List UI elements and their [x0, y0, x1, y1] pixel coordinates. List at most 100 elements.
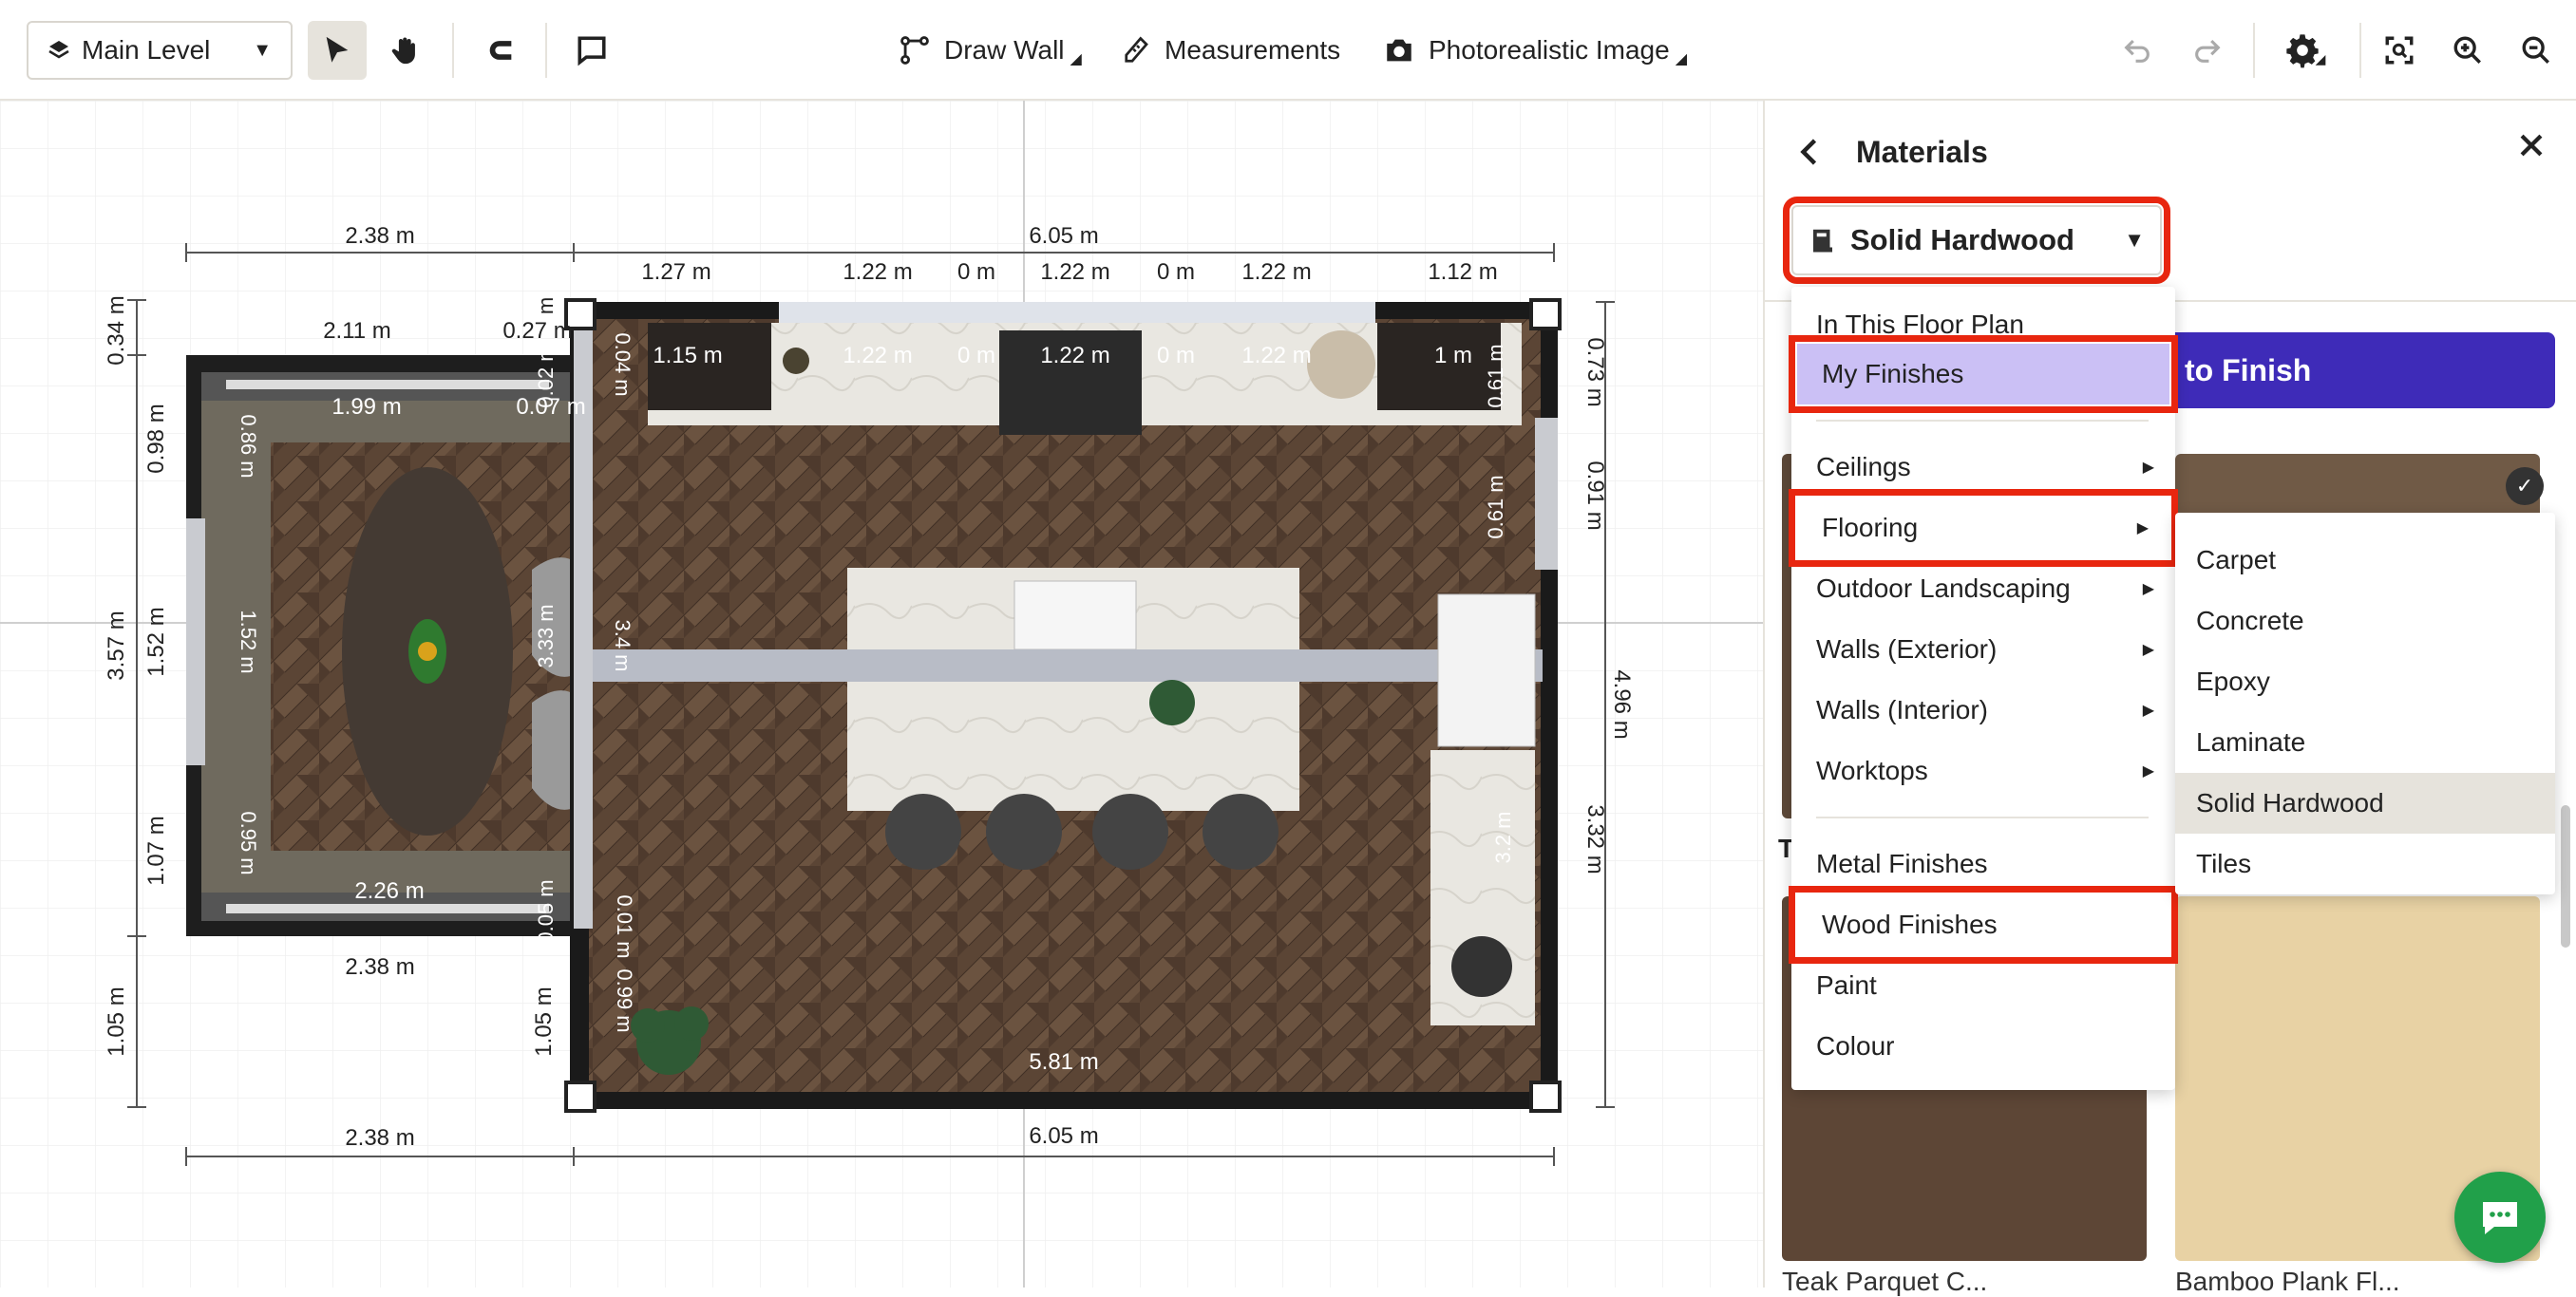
dim-label: 1.52 m: [237, 610, 260, 673]
dim-label: 2.11 m: [323, 318, 391, 344]
chevron-right-icon: ▶: [2142, 642, 2154, 658]
dim-label: 0 m: [1157, 343, 1195, 368]
book-icon: [1809, 226, 1837, 254]
close-icon[interactable]: [2515, 129, 2548, 161]
dim-label: 0.61 m: [1484, 475, 1507, 538]
menu-item-my-finishes[interactable]: My Finishes: [1789, 335, 2178, 413]
submenu-item-tiles[interactable]: Tiles: [2175, 834, 2555, 894]
menu-item-worktops[interactable]: Worktops ▶: [1791, 741, 2175, 801]
menu-item-label: Paint: [1816, 970, 1877, 1000]
apply-to-finish-button[interactable]: to Finish: [2164, 332, 2555, 408]
menu-item-label: In This Floor Plan: [1816, 310, 2024, 339]
menu-item-label: Walls (Exterior): [1816, 634, 1998, 664]
menu-item-ceilings[interactable]: Ceilings ▶: [1791, 437, 2175, 498]
submenu-item-epoxy[interactable]: Epoxy: [2175, 651, 2555, 712]
corner-caret-icon: ◢: [1070, 51, 1082, 67]
focus-frame-icon: [2383, 34, 2415, 66]
menu-item-walls-interior[interactable]: Walls (Interior) ▶: [1791, 680, 2175, 741]
toolbar-divider: [545, 23, 547, 78]
category-menu: In This Floor Plan My Finishes Ceilings ▶…: [1789, 287, 2178, 1090]
menu-item-label: Flooring: [1822, 513, 1919, 542]
dim-label: 6.05 m: [1029, 1123, 1098, 1149]
submenu-item-label: Concrete: [2196, 606, 2304, 635]
menu-item-wood-finishes[interactable]: Wood Finishes: [1789, 886, 2178, 964]
level-label: Main Level: [82, 35, 211, 65]
zoom-out-button[interactable]: [2508, 21, 2565, 80]
dim-label: 3.2 m: [1491, 811, 1515, 863]
dim-label: 3.4 m: [611, 619, 635, 671]
menu-item-paint[interactable]: Paint: [1791, 955, 2175, 1016]
dim-label: 1.22 m: [1040, 259, 1109, 285]
draw-wall-button[interactable]: Draw Wall ◢: [899, 21, 1082, 80]
dim-label: 3.32 m: [1582, 804, 1608, 874]
dim-label: 2.26 m: [354, 878, 424, 904]
submenu-item-label: Carpet: [2196, 545, 2277, 574]
tile-caption: Bamboo Plank Fl...: [2175, 1267, 2400, 1296]
draw-wall-label: Draw Wall: [944, 35, 1065, 65]
dim-label: 0.73 m: [1582, 337, 1608, 406]
dim-label: 1.99 m: [331, 394, 401, 420]
submenu-item-concrete[interactable]: Concrete: [2175, 591, 2555, 651]
menu-item-label: Worktops: [1816, 756, 1928, 785]
dim-label: 0.04 m: [611, 332, 635, 396]
chevron-down-icon: ▼: [253, 39, 272, 61]
dim-label: 3.33 m: [534, 604, 558, 667]
undo-button[interactable]: [2109, 21, 2166, 80]
chevron-down-icon: ▼: [2124, 228, 2145, 252]
menu-item-label: Wood Finishes: [1822, 910, 1998, 939]
menu-item-walls-exterior[interactable]: Walls (Exterior) ▶: [1791, 619, 2175, 680]
comment-button[interactable]: [562, 21, 621, 80]
submenu-item-carpet[interactable]: Carpet: [2175, 530, 2555, 591]
dim-label: 1.05 m: [104, 987, 129, 1056]
back-arrow-icon[interactable]: [1793, 135, 1828, 169]
tile-caption: Teak Parquet C...: [1782, 1267, 1988, 1296]
dim-label: 2.38 m: [345, 1125, 414, 1151]
pan-tool-button[interactable]: [376, 21, 435, 80]
submenu-item-solid-hardwood[interactable]: Solid Hardwood: [2175, 773, 2555, 834]
redo-button[interactable]: [2179, 21, 2236, 80]
comment-icon: [576, 34, 608, 66]
zoom-in-button[interactable]: [2439, 21, 2496, 80]
dim-label: 5.81 m: [1029, 1049, 1098, 1075]
measurements-button[interactable]: Measurements: [1123, 21, 1340, 80]
measurements-label: Measurements: [1165, 35, 1341, 65]
panel-header: Materials Solid Hardwood ▼: [1765, 101, 2576, 302]
menu-item-metal-finishes[interactable]: Metal Finishes: [1791, 834, 2175, 894]
category-label: Solid Hardwood: [1850, 223, 2074, 256]
dim-label: 2.38 m: [345, 954, 414, 980]
toolbar-divider: [452, 23, 454, 78]
submenu-item-laminate[interactable]: Laminate: [2175, 712, 2555, 773]
dim-label: 0.86 m: [237, 414, 260, 478]
chevron-right-icon: ▶: [2142, 763, 2154, 780]
category-dropdown[interactable]: Solid Hardwood ▼: [1783, 197, 2170, 284]
dim-label: 0 m: [1157, 259, 1195, 285]
photorealistic-image-button[interactable]: Photorealistic Image ◢: [1383, 21, 1687, 80]
level-selector[interactable]: Main Level ▼: [27, 21, 293, 80]
floor-plan-canvas[interactable]: 2.38 m 6.05 m 1.27 m 1.22 m 0 m 1.22 m 0…: [0, 101, 1763, 1288]
corner-caret-icon: ◢: [1675, 51, 1687, 67]
fit-to-screen-button[interactable]: [2371, 21, 2428, 80]
chat-button[interactable]: [2454, 1172, 2546, 1263]
magnet-snap-button[interactable]: [471, 21, 530, 80]
dim-label: 1 m: [1434, 343, 1472, 368]
dim-label: 0.61 m: [1484, 344, 1507, 407]
magnet-icon: [484, 34, 517, 66]
dim-label: 0.05 m: [534, 879, 558, 943]
redo-icon: [2191, 34, 2224, 66]
settings-button[interactable]: ◢: [2276, 21, 2333, 80]
dim-label: 6.05 m: [1029, 223, 1098, 249]
dim-label: 0.91 m: [1582, 461, 1608, 530]
corner-caret-icon: ◢: [2315, 50, 2326, 66]
menu-item-flooring[interactable]: Flooring ▶: [1789, 489, 2178, 567]
select-tool-button[interactable]: [308, 21, 367, 80]
panel-scrollbar[interactable]: [2561, 805, 2570, 948]
menu-item-colour[interactable]: Colour: [1791, 1016, 2175, 1077]
submenu-item-label: Laminate: [2196, 727, 2306, 757]
dim-label: 0 m: [957, 343, 995, 368]
submenu-item-label: Solid Hardwood: [2196, 788, 2384, 818]
menu-item-outdoor-landscaping[interactable]: Outdoor Landscaping ▶: [1791, 558, 2175, 619]
photorealistic-label: Photorealistic Image: [1429, 35, 1670, 65]
floor-plan-drawing: 2.38 m 6.05 m 1.27 m 1.22 m 0 m 1.22 m 0…: [0, 101, 1763, 1288]
menu-item-label: Colour: [1816, 1031, 1895, 1061]
dim-label: 1.52 m: [143, 607, 169, 676]
